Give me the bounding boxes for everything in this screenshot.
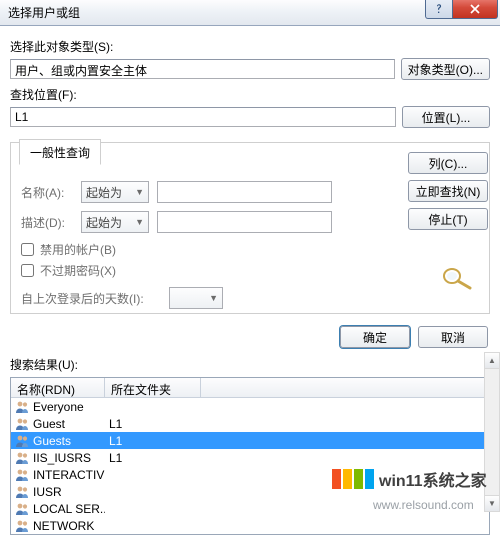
location-label: 查找位置(F): xyxy=(10,86,490,103)
name-label: 名称(A): xyxy=(21,184,73,201)
non-expiring-password-checkbox[interactable]: 不过期密码(X) xyxy=(21,262,479,279)
tab-common-query[interactable]: 一般性查询 xyxy=(19,129,101,155)
desc-mode-value: 起始为 xyxy=(86,214,122,231)
object-type-value: 用户、组或内置安全主体 xyxy=(10,59,395,79)
name-input[interactable] xyxy=(157,181,332,203)
chevron-down-icon: ▼ xyxy=(135,187,144,197)
list-item[interactable]: GuestsL1 xyxy=(11,432,489,449)
days-since-logon-label: 自上次登录后的天数(I): xyxy=(21,290,161,307)
watermark-text: win11系统之家 xyxy=(379,467,487,491)
watermark-logo: win11系统之家 xyxy=(332,467,487,491)
close-button[interactable] xyxy=(452,0,498,19)
dialog-buttons: 确定 取消 xyxy=(10,326,490,348)
columns-button[interactable]: 列(C)... xyxy=(408,152,488,174)
desc-input[interactable] xyxy=(157,211,332,233)
search-icon xyxy=(440,266,474,293)
name-mode-value: 起始为 xyxy=(86,184,122,201)
list-item[interactable]: IIS_IUSRSL1 xyxy=(11,449,489,466)
ok-button[interactable]: 确定 xyxy=(340,326,410,348)
list-item[interactable]: Everyone xyxy=(11,398,489,415)
logo-tile xyxy=(365,469,374,489)
non-expiring-password-check[interactable] xyxy=(21,264,34,277)
days-since-logon-combo[interactable]: ▼ xyxy=(169,287,223,309)
desc-label: 描述(D): xyxy=(21,214,73,231)
desc-mode-combo[interactable]: 起始为 ▼ xyxy=(81,211,149,233)
object-type-label: 选择此对象类型(S): xyxy=(10,38,490,55)
help-icon xyxy=(433,3,445,15)
dialog-body: 选择此对象类型(S): 用户、组或内置安全主体 对象类型(O)... 查找位置(… xyxy=(0,26,500,543)
logo-tile xyxy=(332,469,341,489)
disabled-accounts-checkbox[interactable]: 禁用的帐户(B) xyxy=(21,241,479,258)
name-mode-combo[interactable]: 起始为 ▼ xyxy=(81,181,149,203)
disabled-accounts-check[interactable] xyxy=(21,243,34,256)
column-rdn[interactable]: 名称(RDN) xyxy=(11,378,105,397)
logo-tile xyxy=(343,469,352,489)
column-folder[interactable]: 所在文件夹 xyxy=(105,378,201,397)
list-item[interactable]: GuestL1 xyxy=(11,415,489,432)
help-button[interactable] xyxy=(425,0,453,19)
cancel-button[interactable]: 取消 xyxy=(418,326,488,348)
window-title: 选择用户或组 xyxy=(8,4,80,21)
tab-common-query-label: 一般性查询 xyxy=(19,139,101,165)
non-expiring-password-label: 不过期密码(X) xyxy=(40,262,116,279)
window-buttons xyxy=(426,0,498,19)
column-spacer xyxy=(201,378,489,397)
results-label: 搜索结果(U): xyxy=(10,356,490,373)
locations-button[interactable]: 位置(L)... xyxy=(402,106,490,128)
chevron-down-icon: ▼ xyxy=(135,217,144,227)
find-now-button[interactable]: 立即查找(N) xyxy=(408,180,488,202)
titlebar: 选择用户或组 xyxy=(0,0,500,26)
close-icon xyxy=(469,3,481,15)
logo-tile xyxy=(354,469,363,489)
side-buttons: 列(C)... 立即查找(N) 停止(T) xyxy=(408,152,488,230)
scroll-down-icon[interactable]: ▼ xyxy=(485,495,499,511)
object-types-button[interactable]: 对象类型(O)... xyxy=(401,58,490,80)
stop-button[interactable]: 停止(T) xyxy=(408,208,488,230)
scroll-up-icon[interactable]: ▲ xyxy=(485,353,499,369)
chevron-down-icon: ▼ xyxy=(209,293,218,303)
location-value: L1 xyxy=(10,107,396,127)
list-item[interactable]: NETWORK xyxy=(11,517,489,534)
disabled-accounts-label: 禁用的帐户(B) xyxy=(40,241,116,258)
results-header: 名称(RDN) 所在文件夹 xyxy=(11,378,489,398)
watermark-site: www.relsound.com xyxy=(373,498,474,512)
